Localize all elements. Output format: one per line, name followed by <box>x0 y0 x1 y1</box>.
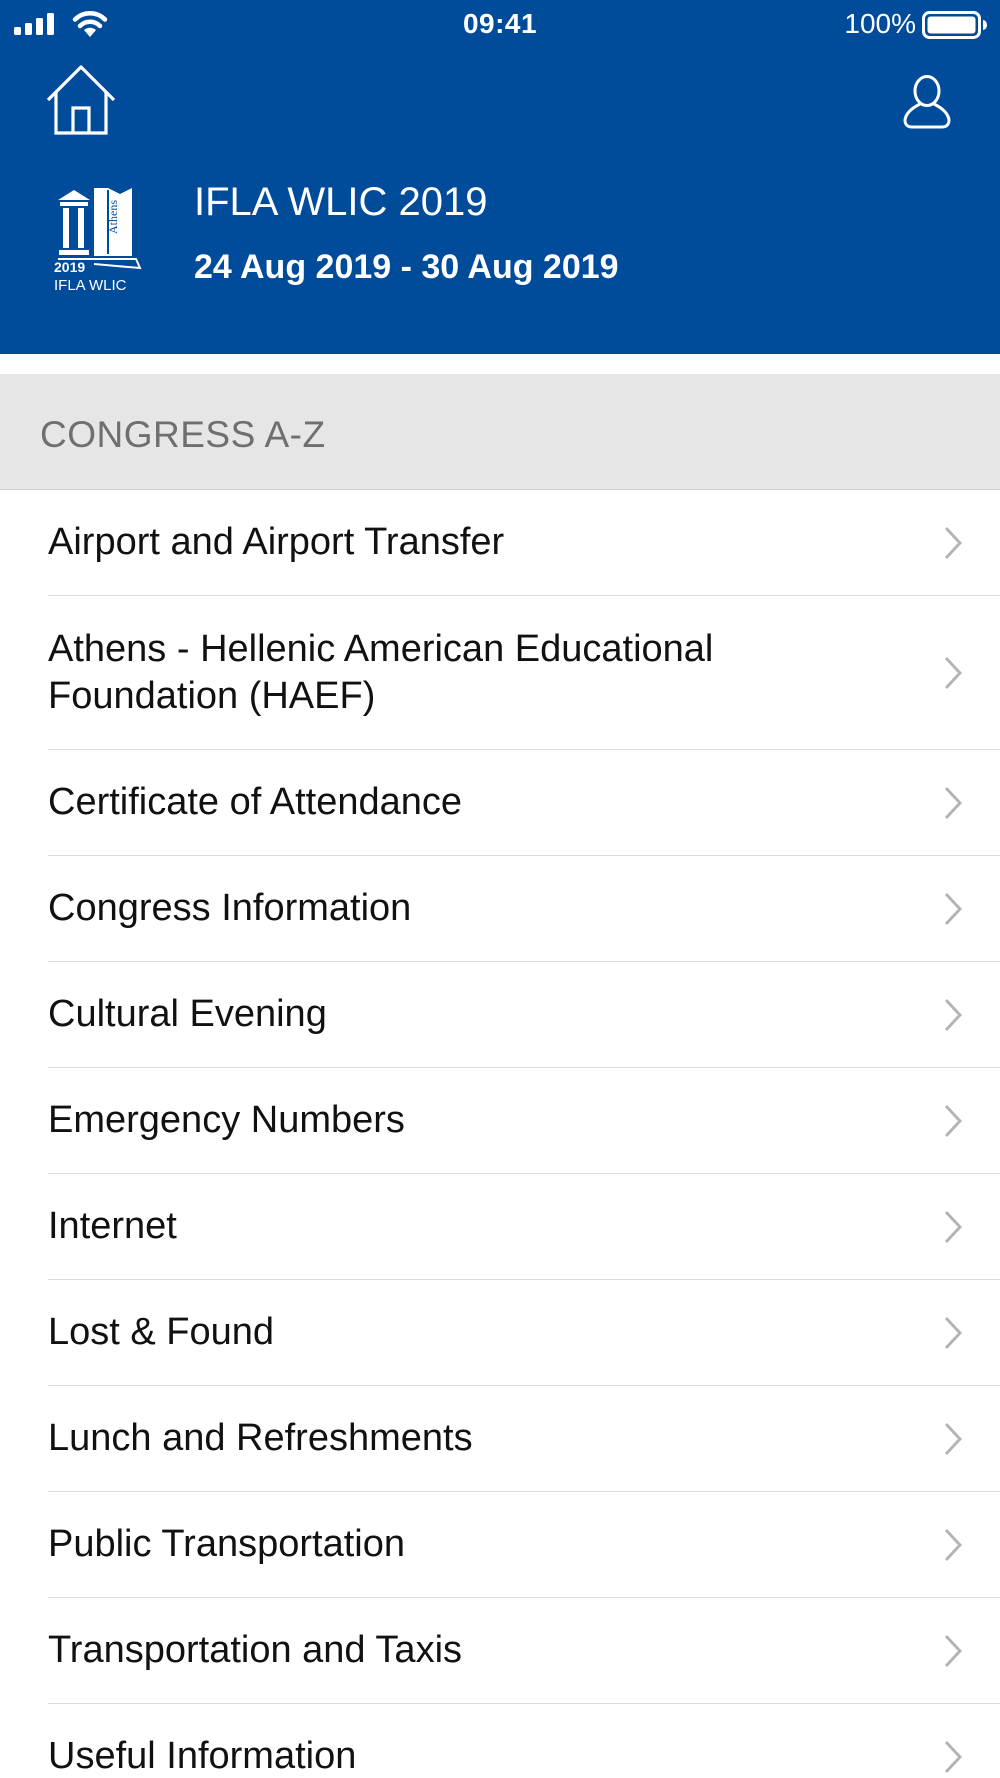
list-item-lunch-refreshments[interactable]: Lunch and Refreshments <box>48 1386 1000 1492</box>
battery-percentage: 100% <box>844 8 916 39</box>
chevron-right-icon <box>944 998 962 1031</box>
app-header: 09:41 100% Athens 2019 IFLA WLIC IFLA WL… <box>0 0 1000 354</box>
chevron-right-icon <box>944 1634 962 1667</box>
chevron-right-icon <box>944 1210 962 1243</box>
list-item-cultural-evening[interactable]: Cultural Evening <box>48 962 1000 1068</box>
list-item-congress-information[interactable]: Congress Information <box>48 856 1000 962</box>
list-item-label: Cultural Evening <box>48 993 327 1035</box>
list-item-label: Public Transportation <box>48 1523 405 1565</box>
list-item-label: Emergency Numbers <box>48 1099 405 1141</box>
list-item-label: Lunch and Refreshments <box>48 1417 473 1459</box>
chevron-right-icon <box>944 526 962 559</box>
list-item-label: Airport and Airport Transfer <box>48 521 505 563</box>
chevron-right-icon <box>944 1316 962 1349</box>
list-item-internet[interactable]: Internet <box>48 1174 1000 1280</box>
list-item-label: Transportation and Taxis <box>48 1629 463 1671</box>
chevron-right-icon <box>944 892 962 925</box>
congress-az-list: Airport and Airport Transfer Athens - He… <box>0 490 1000 1778</box>
profile-button[interactable] <box>902 74 952 130</box>
section-title: CONGRESS A-Z <box>40 414 326 455</box>
list-item-label: Certificate of Attendance <box>48 781 463 823</box>
logo-athens-text: Athens <box>106 200 120 234</box>
list-item-haef[interactable]: Athens - Hellenic American Educational F… <box>48 596 1000 750</box>
list-item-certificate[interactable]: Certificate of Attendance <box>48 750 1000 856</box>
list-item-emergency-numbers[interactable]: Emergency Numbers <box>48 1068 1000 1174</box>
home-icon <box>46 65 116 135</box>
list-item-label: Lost & Found <box>48 1311 275 1353</box>
list-item-label: Useful Information <box>48 1735 357 1777</box>
list-item-label: Congress Information <box>48 887 412 929</box>
event-dates: 24 Aug 2019 - 30 Aug 2019 <box>194 248 619 286</box>
status-bar: 09:41 100% <box>0 0 1000 50</box>
list-item-label: Internet <box>48 1205 177 1247</box>
app-screen: 09:41 100% Athens 2019 IFLA WLIC IFLA WL… <box>0 0 1000 1778</box>
battery-icon <box>922 11 987 39</box>
chevron-right-icon <box>944 656 962 689</box>
chevron-right-icon <box>944 1104 962 1137</box>
chevron-right-icon <box>944 1528 962 1561</box>
list-item-useful-information[interactable]: Useful Information <box>48 1704 1000 1778</box>
list-item-public-transportation[interactable]: Public Transportation <box>48 1492 1000 1598</box>
chevron-right-icon <box>944 1740 962 1773</box>
logo-org-text: IFLA WLIC <box>54 277 127 292</box>
ifla-wlic-2019-logo: Athens 2019 IFLA WLIC <box>54 188 142 292</box>
list-item-airport-transfer[interactable]: Airport and Airport Transfer <box>48 490 1000 596</box>
chevron-right-icon <box>944 1422 962 1455</box>
home-button[interactable] <box>44 64 118 138</box>
logo-year-text: 2019 <box>54 259 85 275</box>
section-header: CONGRESS A-Z <box>0 374 1000 490</box>
user-profile-icon <box>903 75 951 129</box>
list-item-label: Athens - Hellenic American Educational F… <box>48 627 714 717</box>
list-item-lost-and-found[interactable]: Lost & Found <box>48 1280 1000 1386</box>
list-item-transportation-taxis[interactable]: Transportation and Taxis <box>48 1598 1000 1704</box>
event-title: IFLA WLIC 2019 <box>194 180 488 224</box>
chevron-right-icon <box>944 786 962 819</box>
